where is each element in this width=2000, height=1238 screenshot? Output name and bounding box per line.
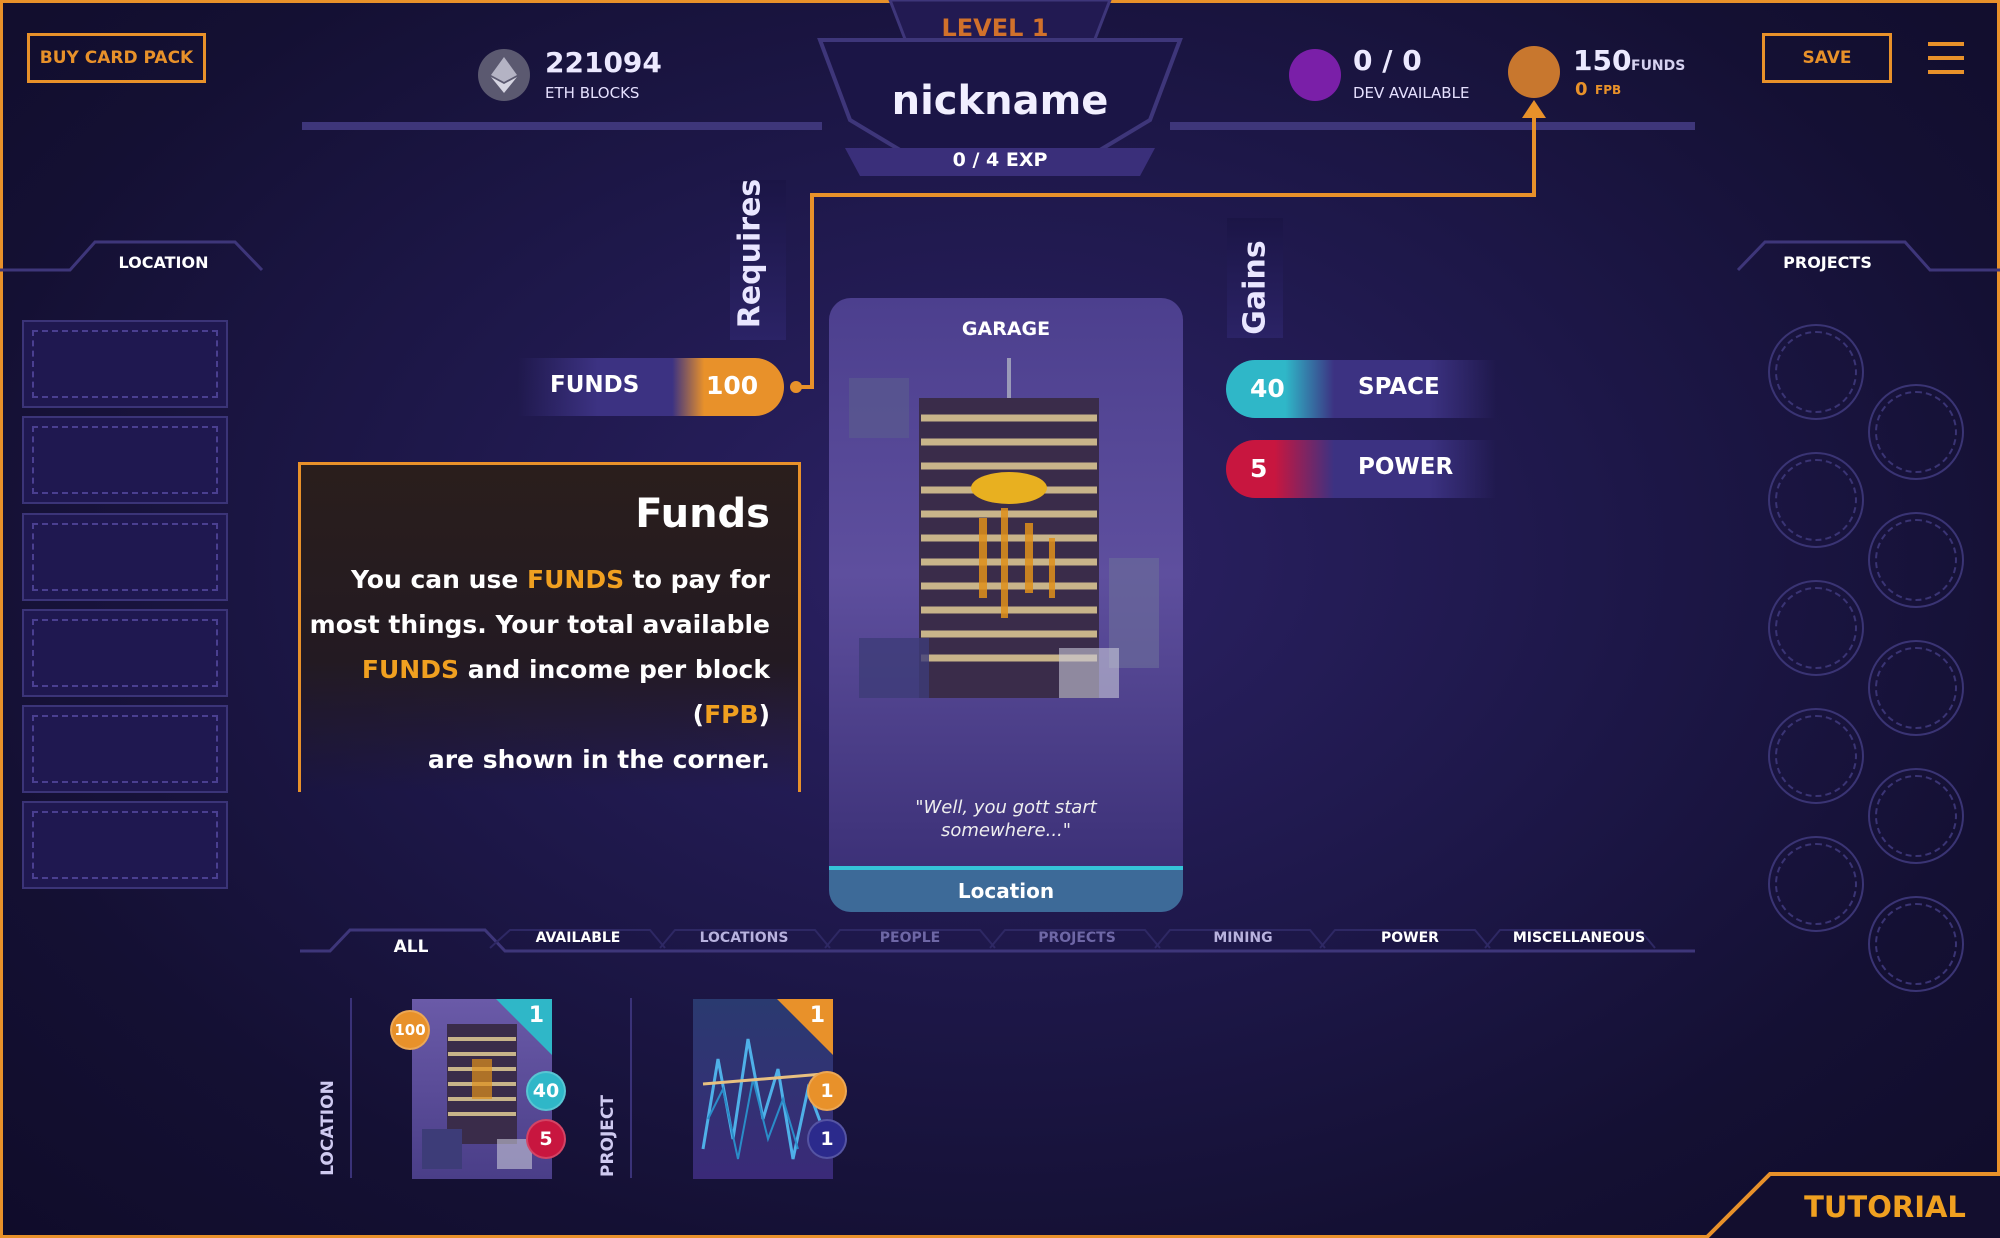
tab-all[interactable]: ALL: [346, 937, 476, 957]
hand-card-cost-badge: 100: [390, 1010, 430, 1050]
garage-card[interactable]: GARAGE "Well, you gott start somewhere...…: [829, 298, 1183, 912]
tab-power[interactable]: POWER: [1345, 930, 1475, 946]
location-slot[interactable]: [22, 320, 228, 408]
hand-card-dev-badge: 1: [807, 1119, 847, 1159]
garage-illustration: [849, 358, 1159, 698]
card-type-bar: Location: [829, 866, 1183, 912]
tab-locations[interactable]: LOCATIONS: [679, 930, 809, 946]
hand-card-power-badge: 5: [526, 1119, 566, 1159]
location-slot[interactable]: [22, 416, 228, 504]
location-slot[interactable]: [22, 609, 228, 697]
gains-space-value: 40: [1250, 374, 1285, 403]
project-slot[interactable]: [1768, 580, 1864, 676]
project-slot[interactable]: [1768, 708, 1864, 804]
hand-card-space-badge: 40: [526, 1071, 566, 1111]
tutorial-info-body: You can use FUNDS to pay for most things…: [309, 565, 770, 774]
tab-mining[interactable]: MINING: [1178, 930, 1308, 946]
location-slot[interactable]: [22, 801, 228, 889]
gains-power-row: 5 POWER: [1226, 440, 1496, 498]
project-slot[interactable]: [1768, 324, 1864, 420]
tab-miscellaneous[interactable]: MISCELLANEOUS: [1504, 930, 1654, 946]
hand-category-project: PROJECT: [598, 1095, 618, 1178]
project-slot[interactable]: [1868, 512, 1964, 608]
tab-people[interactable]: PEOPLE: [845, 930, 975, 946]
hand-divider: [630, 998, 632, 1178]
gains-space-row: 40 SPACE: [1226, 360, 1496, 418]
location-slot[interactable]: [22, 705, 228, 793]
tabs-rail: [300, 928, 1695, 953]
requires-funds-label: FUNDS: [550, 372, 640, 398]
hand-card-count: 1: [528, 1003, 544, 1028]
gains-title: Gains: [1237, 240, 1273, 335]
tutorial-info-box: Funds You can use FUNDS to pay for most …: [298, 462, 801, 792]
tutorial-info-title: Funds: [635, 491, 770, 537]
project-slot[interactable]: [1868, 768, 1964, 864]
location-slot[interactable]: [22, 513, 228, 601]
card-quote: "Well, you gott start somewhere...": [915, 797, 1097, 841]
tab-available[interactable]: AVAILABLE: [513, 930, 643, 946]
project-slot[interactable]: [1868, 640, 1964, 736]
project-slot[interactable]: [1868, 896, 1964, 992]
project-slot[interactable]: [1768, 836, 1864, 932]
gains-power-label: POWER: [1358, 454, 1454, 480]
tutorial-button[interactable]: TUTORIAL: [1790, 1190, 1980, 1224]
hand-category-location: LOCATION: [318, 1080, 338, 1176]
card-type-label: Location: [957, 879, 1055, 903]
hand-card-count: 1: [809, 1003, 825, 1028]
gains-space-label: SPACE: [1358, 374, 1440, 400]
requires-title: Requires: [732, 178, 768, 329]
card-name: GARAGE: [961, 318, 1051, 340]
hand-divider: [350, 998, 352, 1178]
projects-panel-title: PROJECTS: [1783, 253, 1872, 272]
gains-power-value: 5: [1250, 454, 1268, 483]
project-slot[interactable]: [1868, 384, 1964, 480]
project-slot[interactable]: [1768, 452, 1864, 548]
tab-projects[interactable]: PROJECTS: [1012, 930, 1142, 946]
location-panel-title: LOCATION: [118, 253, 209, 272]
hand-card-funds-badge: 1: [807, 1071, 847, 1111]
requires-funds-row: FUNDS 100: [518, 358, 784, 416]
requires-funds-value: 100: [706, 371, 759, 400]
